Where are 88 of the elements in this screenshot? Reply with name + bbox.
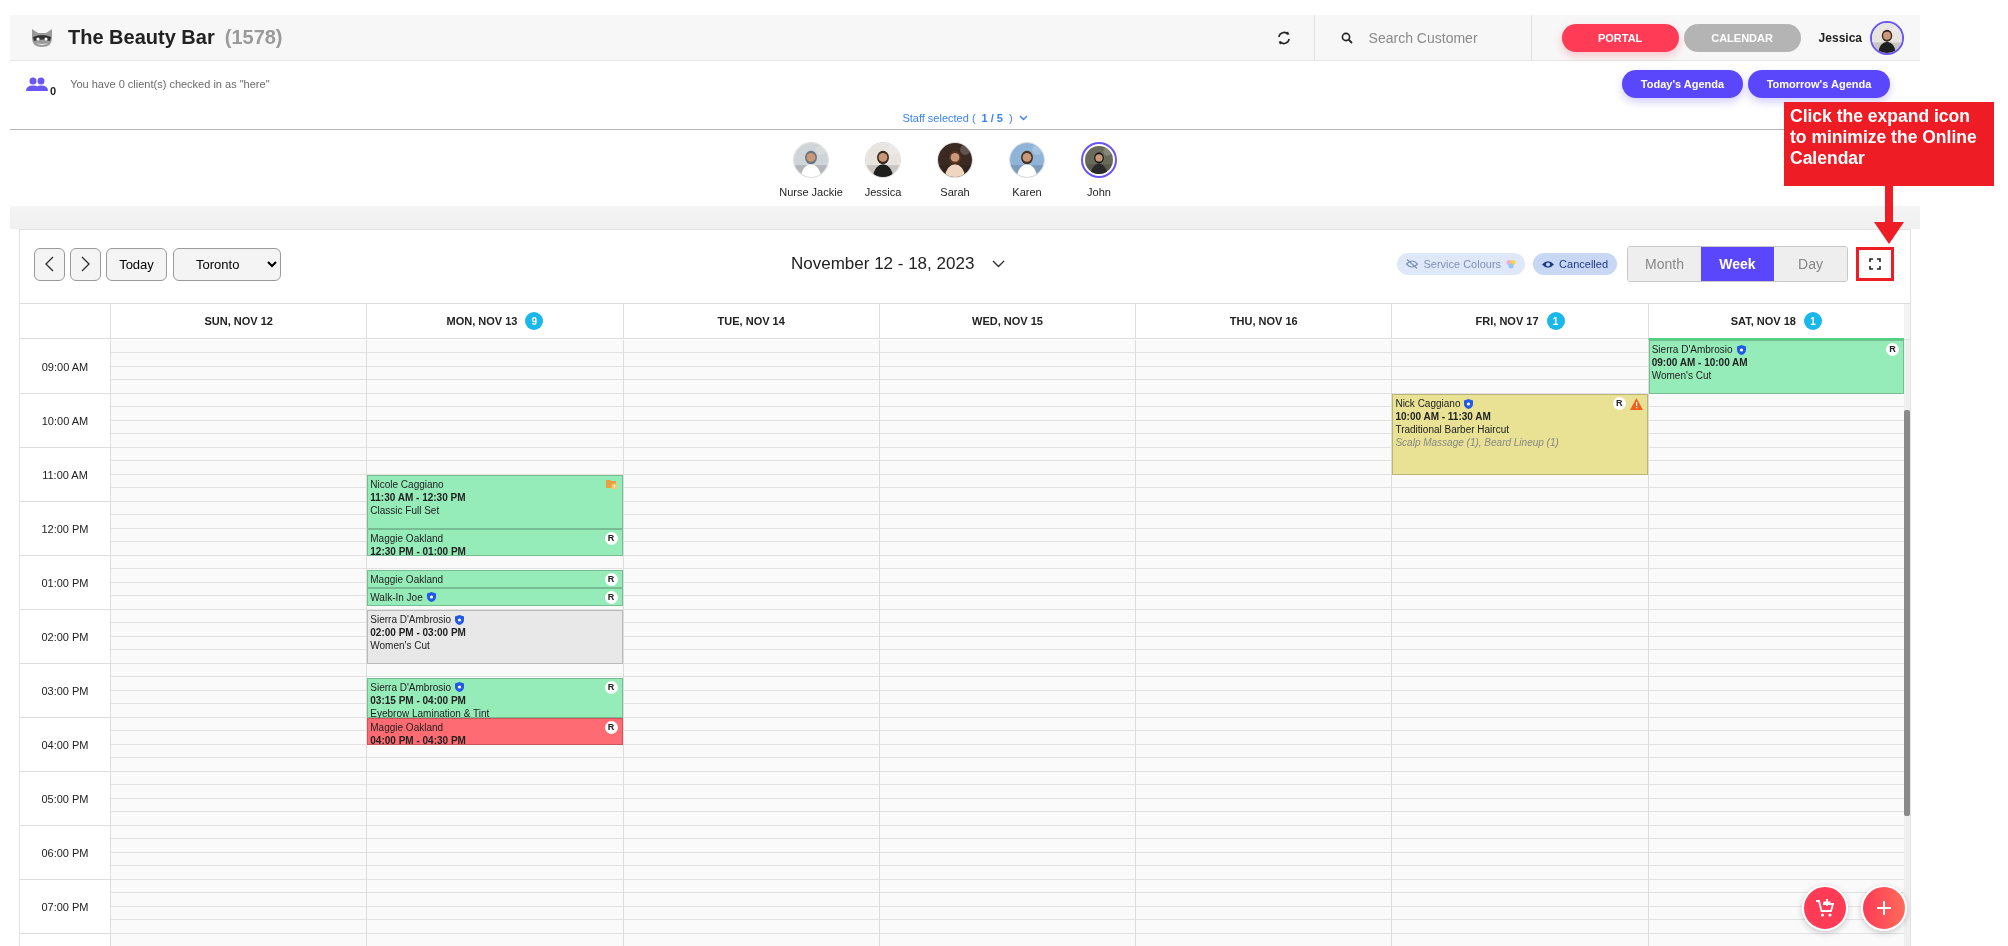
date-range: November 12 - 18, 2023: [791, 254, 975, 274]
expand-icon: [1869, 258, 1881, 270]
people-icon: [26, 76, 48, 91]
checked-in-message: You have 0 client(s) checked in as "here": [70, 77, 270, 90]
appointment-time: 04:00 PM - 04:30 PM: [370, 734, 467, 747]
view-tab[interactable]: Week: [1701, 247, 1774, 281]
search-icon: [1340, 31, 1353, 44]
appointment-count-badge: 1: [1803, 312, 1822, 330]
palette-icon: [1506, 259, 1517, 269]
service-name: Classic Full Set: [370, 504, 441, 517]
staff-name: Nurse Jackie: [779, 186, 843, 198]
appointment-count-badge: 1: [1546, 312, 1565, 330]
next-button[interactable]: [70, 247, 101, 281]
today-button[interactable]: Today: [106, 247, 167, 281]
agenda-button[interactable]: Tomorrow's Agenda: [1748, 69, 1890, 98]
client-name: Sierra D'Ambrosio: [1651, 343, 1733, 356]
scrollbar[interactable]: [1904, 340, 1910, 946]
appointment-card[interactable]: Nicole Caggiano 11:30 AM - 12:30 PM Classic Full Set: [367, 475, 623, 529]
plus-icon: [1876, 900, 1892, 916]
client-name: Nick Caggiano: [1395, 397, 1461, 410]
appointment-card[interactable]: Maggie Oakland R: [367, 569, 623, 588]
cart-plus-icon: [1815, 898, 1835, 918]
repeat-badge: R: [604, 680, 618, 694]
staff-avatar[interactable]: [1081, 142, 1117, 178]
appointment-time: 10:00 AM - 11:30 AM: [1395, 410, 1492, 423]
appointment-time: 12:30 PM - 01:00 PM: [370, 545, 467, 558]
repeat-badge: R: [604, 532, 618, 545]
appointment-count-badge: 9: [525, 312, 544, 330]
client-name: Maggie Oakland: [370, 721, 444, 734]
service-name: Traditional Barber Haircut: [1395, 423, 1510, 436]
day-label: SAT, NOV 18: [1730, 315, 1796, 327]
client-name: Nicole Caggiano: [370, 478, 444, 491]
previous-button[interactable]: [34, 247, 65, 281]
service-name: Women's Cut: [370, 639, 431, 652]
business-name: The Beauty Bar: [68, 26, 215, 49]
appointment-card[interactable]: Sierra D'Ambrosio 02:00 PM - 03:00 PM Women's Cut: [367, 610, 623, 664]
day-label: FRI, NOV 17: [1475, 315, 1539, 327]
annotation-callout: Click the expand icon to minimize the Online Calendar: [1784, 102, 1994, 186]
repeat-badge: R: [604, 721, 618, 734]
day-label: SUN, NOV 12: [204, 315, 273, 327]
chevron-down-icon[interactable]: [992, 260, 1006, 268]
chevron-right-icon: [81, 256, 90, 272]
service-name: Women's Cut: [1651, 369, 1713, 382]
location-select[interactable]: Toronto: [173, 247, 281, 281]
filter-toggle[interactable]: Cancelled: [1533, 253, 1617, 275]
eye-icon: [1542, 259, 1555, 269]
repeat-badge: R: [604, 572, 618, 586]
appointment-card[interactable]: Maggie Oakland 12:30 PM - 01:00 PM R: [367, 529, 623, 556]
staff-name: Karen: [1012, 186, 1042, 198]
repeat-badge: R: [1612, 397, 1626, 410]
user-name: Jessica: [1818, 30, 1862, 45]
staff-name: John: [1087, 186, 1111, 198]
appointment-time: 03:15 PM - 04:00 PM: [370, 693, 467, 707]
client-name: Walk-In Joe: [370, 590, 423, 604]
repeat-badge: R: [604, 590, 618, 604]
search-field[interactable]: Search Customer: [1366, 28, 1501, 47]
chevron-icon: [1018, 114, 1028, 121]
client-name: Sierra D'Ambrosio: [370, 680, 452, 694]
user-avatar[interactable]: [1870, 20, 1904, 55]
refresh-icon[interactable]: [1275, 30, 1292, 45]
business-id: (1578): [224, 26, 283, 49]
checked-in-count: 0: [50, 85, 57, 97]
staff-selector[interactable]: Staff selected ( 1 / 5 ): [902, 111, 1028, 124]
agenda-button[interactable]: Today's Agenda: [1622, 69, 1743, 98]
staff-name: Sarah: [940, 186, 970, 198]
appointment-time: 11:30 AM - 12:30 PM: [370, 491, 467, 504]
client-name: Maggie Oakland: [370, 532, 444, 545]
eye-slash-icon: [1406, 259, 1419, 269]
client-name: Sierra D'Ambrosio: [370, 613, 452, 626]
client-name: Maggie Oakland: [370, 572, 444, 586]
raccoon-icon: [30, 27, 54, 48]
day-label: THU, NOV 16: [1229, 315, 1298, 327]
expand-button[interactable]: [1856, 247, 1894, 281]
annotation-arrow: [1874, 186, 1904, 244]
staff-name: Jessica: [864, 186, 902, 198]
day-label: TUE, NOV 14: [717, 315, 785, 327]
appointment-card[interactable]: Maggie Oakland 04:00 PM - 04:30 PM R: [367, 718, 623, 745]
appointment-card[interactable]: Sierra D'Ambrosio 09:00 AM - 10:00 AM Women's Cut R: [1648, 340, 1904, 394]
appointment-time: 02:00 PM - 03:00 PM: [370, 626, 467, 639]
appointment-time: 09:00 AM - 10:00 AM: [1651, 356, 1749, 369]
appointment-card[interactable]: Sierra D'Ambrosio 03:15 PM - 04:00 PM Eyebrow Lamination & Tint R: [367, 677, 623, 718]
service-addons: Scalp Massage (1), Beard Lineup (1): [1395, 436, 1560, 449]
day-label: MON, NOV 13: [446, 315, 518, 327]
chevron-left-icon: [45, 256, 54, 272]
repeat-badge: R: [1886, 343, 1899, 356]
service-name: Eyebrow Lamination & Tint: [370, 706, 491, 720]
appointment-card[interactable]: Nick Caggiano 10:00 AM - 11:30 AM Traditional Barber Haircut Scalp Massage (1), Beard Lineup (1) R: [1392, 394, 1648, 475]
day-label: WED, NOV 15: [972, 315, 1043, 327]
